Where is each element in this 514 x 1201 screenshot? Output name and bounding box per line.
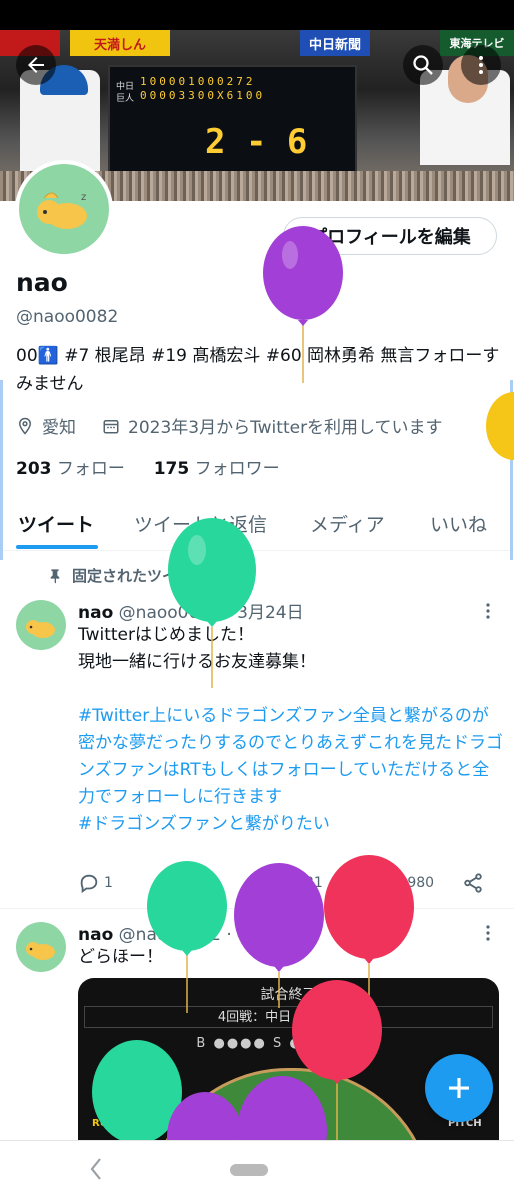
followers-link[interactable]: 175 フォロワー <box>154 459 280 479</box>
avatar-illustration <box>26 620 55 638</box>
player-figure <box>420 55 510 165</box>
profile-avatar[interactable]: z <box>15 160 113 258</box>
more-vertical-icon <box>486 603 490 619</box>
scoreboard-line: 00003300X6100 <box>140 89 266 102</box>
avatar-illustration <box>26 942 55 960</box>
arrow-left-icon <box>28 57 44 73</box>
more-options-button[interactable] <box>461 45 501 85</box>
pin-icon <box>50 568 60 583</box>
hashtag-link[interactable]: #ドラゴンズファンと繋がりたい <box>78 811 503 838</box>
balloon <box>237 1076 327 1142</box>
profile-joined: 2023年3月からTwitterを利用しています <box>128 418 443 438</box>
scoreboard-score: 2 - 6 <box>205 122 308 162</box>
tab-tweets[interactable]: ツイート <box>18 510 94 537</box>
banner-ad: 中日新聞 <box>300 30 370 56</box>
balloon <box>263 226 343 383</box>
profile-name: nao <box>16 268 68 297</box>
banner-ad: 天満しん <box>70 30 170 56</box>
tab-media[interactable]: メディア <box>310 510 385 537</box>
scoreboard-line: 100001000272 <box>140 75 256 88</box>
back-button[interactable] <box>16 45 56 85</box>
tweet-more-button[interactable] <box>484 924 492 942</box>
profile-meta: 愛知 2023年3月からTwitterを利用しています <box>16 413 443 438</box>
location-icon <box>18 417 32 435</box>
calendar-icon <box>103 419 119 433</box>
tweet-text: Twitterはじめました！ 現地一緒に行けるお友達募集！ #Twitter上に… <box>78 622 503 838</box>
chevron-left-icon <box>90 1158 101 1180</box>
more-vertical-icon <box>479 56 483 74</box>
scroll-hint <box>0 380 3 560</box>
profile-location: 愛知 <box>42 418 76 438</box>
scoreboard: 中日 巨人 100001000272 00003300X6100 2 - 6 <box>108 65 357 181</box>
system-back-button[interactable] <box>88 1156 104 1189</box>
reply-icon <box>80 874 98 894</box>
hashtag-link[interactable]: #Twitter上にいるドラゴンズファン全員と繋がるのが密かな夢だったりするので… <box>78 703 503 811</box>
system-navigation-bar <box>0 1140 514 1201</box>
balloon <box>147 861 227 1013</box>
reply-button[interactable]: 1 <box>78 872 113 894</box>
follow-stats: 203 フォロー 175 フォロワー <box>16 454 280 479</box>
search-icon <box>413 55 433 75</box>
more-vertical-icon <box>486 925 490 941</box>
share-button[interactable] <box>462 872 484 894</box>
status-bar <box>0 0 514 30</box>
tweet-avatar[interactable] <box>16 600 66 650</box>
search-button[interactable] <box>403 45 443 85</box>
svg-text:z: z <box>81 192 86 203</box>
system-home-button[interactable] <box>230 1164 268 1176</box>
avatar-illustration: z <box>37 192 87 229</box>
profile-handle: @naoo0082 <box>16 307 119 327</box>
compose-tweet-button[interactable] <box>425 1054 493 1122</box>
following-link[interactable]: 203 フォロー <box>16 459 125 479</box>
balloon <box>486 392 514 460</box>
tab-likes[interactable]: いいね <box>430 510 487 537</box>
tweet-avatar[interactable] <box>16 922 66 972</box>
active-tab-indicator <box>16 545 98 549</box>
share-icon <box>464 873 482 893</box>
plus-icon <box>449 1078 469 1098</box>
balloon <box>168 518 256 688</box>
balloon <box>167 1092 243 1142</box>
tweet-more-button[interactable] <box>484 602 492 620</box>
